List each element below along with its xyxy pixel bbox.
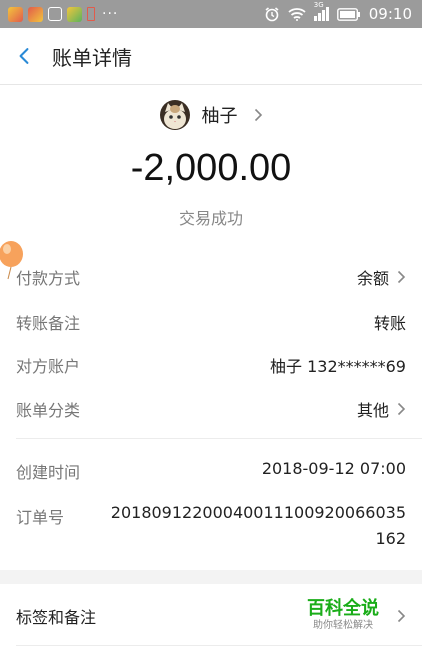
tags-and-notes-row[interactable]: 标签和备注 百科全说 助你轻松解决 <box>16 599 406 633</box>
system-status: 3G 09:10 <box>264 1 412 23</box>
transaction-amount: -2,000.00 <box>130 147 292 189</box>
detail-label: 订单号 <box>16 508 65 527</box>
detail-value: 转账 <box>373 314 406 333</box>
app-notification-icon <box>67 6 82 22</box>
detail-row-payment-method[interactable]: 付款方式 余额 <box>16 265 406 289</box>
divider <box>16 438 422 439</box>
signal-bar-icon <box>313 16 317 21</box>
detail-label: 付款方式 <box>16 269 81 288</box>
detail-value: 柚子 132******69 <box>270 357 406 376</box>
chevron-right-icon <box>254 108 262 122</box>
section-separator <box>0 570 422 584</box>
signal-bar-icon <box>317 13 321 21</box>
signal-bar-icon <box>325 7 329 21</box>
promo-subtitle: 助你轻松解决 <box>313 620 373 631</box>
avatar <box>159 100 190 130</box>
cat-avatar-icon <box>159 100 190 130</box>
detail-row-order-number: 订单号 20180912200040011100920066035162 <box>16 503 406 552</box>
promo-title: 百科全说 <box>307 598 379 619</box>
promo-badge[interactable]: 百科全说 助你轻松解决 <box>307 599 379 633</box>
clock: 09:10 <box>368 5 412 23</box>
battery-warning-icon <box>87 7 95 21</box>
network-type-label: 3G <box>313 1 324 9</box>
status-bar: ··· 3G 09:10 <box>0 0 422 28</box>
chevron-right-icon <box>397 402 406 416</box>
detail-label: 对方账户 <box>16 357 81 376</box>
back-arrow-icon[interactable] <box>18 46 30 66</box>
more-notifications-icon: ··· <box>102 6 119 22</box>
tags-label: 标签和备注 <box>16 608 97 627</box>
detail-label: 创建时间 <box>16 463 81 482</box>
alarm-icon <box>265 7 279 22</box>
transaction-status: 交易成功 <box>178 209 243 228</box>
detail-row-transfer-note: 转账备注 转账 <box>16 310 406 334</box>
promo-wrap: 百科全说 助你轻松解决 <box>307 599 406 633</box>
detail-value: 其他 <box>356 401 389 420</box>
detail-value-wrap: 余额 <box>357 265 406 289</box>
detail-row-counterparty-account: 对方账户 柚子 132******69 <box>16 353 406 377</box>
detail-label: 转账备注 <box>16 314 81 333</box>
notification-icons: ··· <box>8 6 118 22</box>
image-notification-icon <box>48 7 62 21</box>
app-notification-icon <box>8 6 23 22</box>
detail-value: 2018-09-12 07:00 <box>261 459 406 478</box>
detail-label: 账单分类 <box>16 401 81 420</box>
order-number-value: 20180912200040011100920066035162 <box>110 503 406 548</box>
battery-icon <box>336 7 360 21</box>
chevron-right-icon <box>397 270 406 284</box>
divider <box>16 645 422 646</box>
signal-indicator: 3G <box>313 1 329 21</box>
chevron-right-icon <box>397 609 406 623</box>
detail-value-wrap: 其他 <box>357 397 406 421</box>
app-notification-icon <box>28 6 43 22</box>
detail-row-created-time: 创建时间 2018-09-12 07:00 <box>16 459 406 483</box>
transaction-summary: 柚子 -2,000.00 交易成功 <box>0 85 422 235</box>
wifi-icon <box>288 8 306 21</box>
signal-bar-icon <box>321 10 325 21</box>
detail-value: 余额 <box>356 269 389 288</box>
page-title: 账单详情 <box>52 45 132 70</box>
navigation-bar: 账单详情 <box>0 28 422 85</box>
counterparty-name: 柚子 <box>201 106 238 127</box>
counterparty-row[interactable]: 柚子 <box>0 100 422 130</box>
detail-row-bill-category[interactable]: 账单分类 其他 <box>16 397 406 421</box>
